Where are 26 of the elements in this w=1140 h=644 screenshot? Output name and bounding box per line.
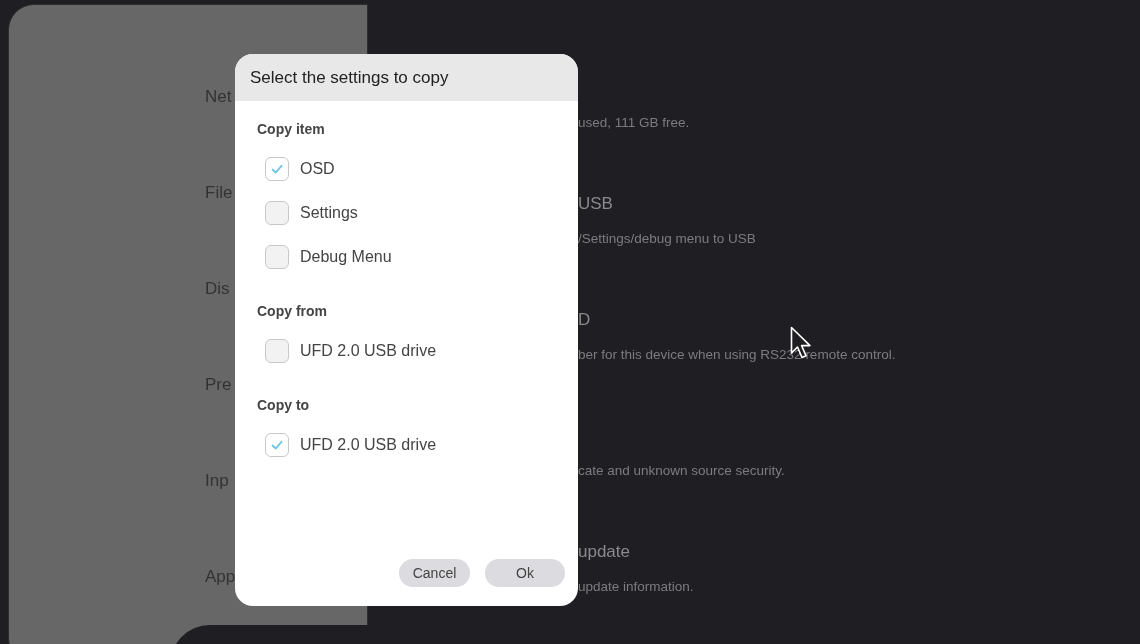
setting-description: used, 111 GB free. — [578, 115, 690, 130]
setting-description: ber for this device when using RS232 remote control. — [578, 347, 896, 362]
setting-description: update information. — [578, 579, 694, 594]
option-label: UFD 2.0 USB drive — [300, 342, 437, 360]
checkmark-icon — [270, 438, 284, 452]
checkbox[interactable] — [265, 433, 289, 457]
setting-title: update — [578, 542, 630, 561]
setting-description: /Settings/debug menu to USB — [578, 231, 756, 246]
checkbox[interactable] — [265, 201, 289, 225]
dialog-title: Select the settings to copy — [250, 67, 449, 88]
checkbox[interactable] — [265, 339, 289, 363]
dialog-button[interactable]: Ok — [485, 559, 565, 587]
checkbox[interactable] — [265, 157, 289, 181]
section-heading: Copy item — [257, 120, 326, 139]
section-heading: Copy from — [257, 302, 328, 321]
option-label: Settings — [300, 204, 358, 222]
option-label: UFD 2.0 USB drive — [300, 436, 437, 454]
setting-description: cate and unknown source security. — [578, 463, 785, 478]
option-label: OSD — [300, 160, 335, 178]
setting-title: USB — [578, 194, 613, 213]
section-heading: Copy to — [257, 396, 311, 415]
checkmark-icon — [270, 162, 284, 176]
setting-title: D — [578, 310, 591, 329]
option-label: Debug Menu — [300, 248, 392, 266]
dialog-button[interactable]: Cancel — [399, 559, 470, 587]
checkbox[interactable] — [265, 245, 289, 269]
